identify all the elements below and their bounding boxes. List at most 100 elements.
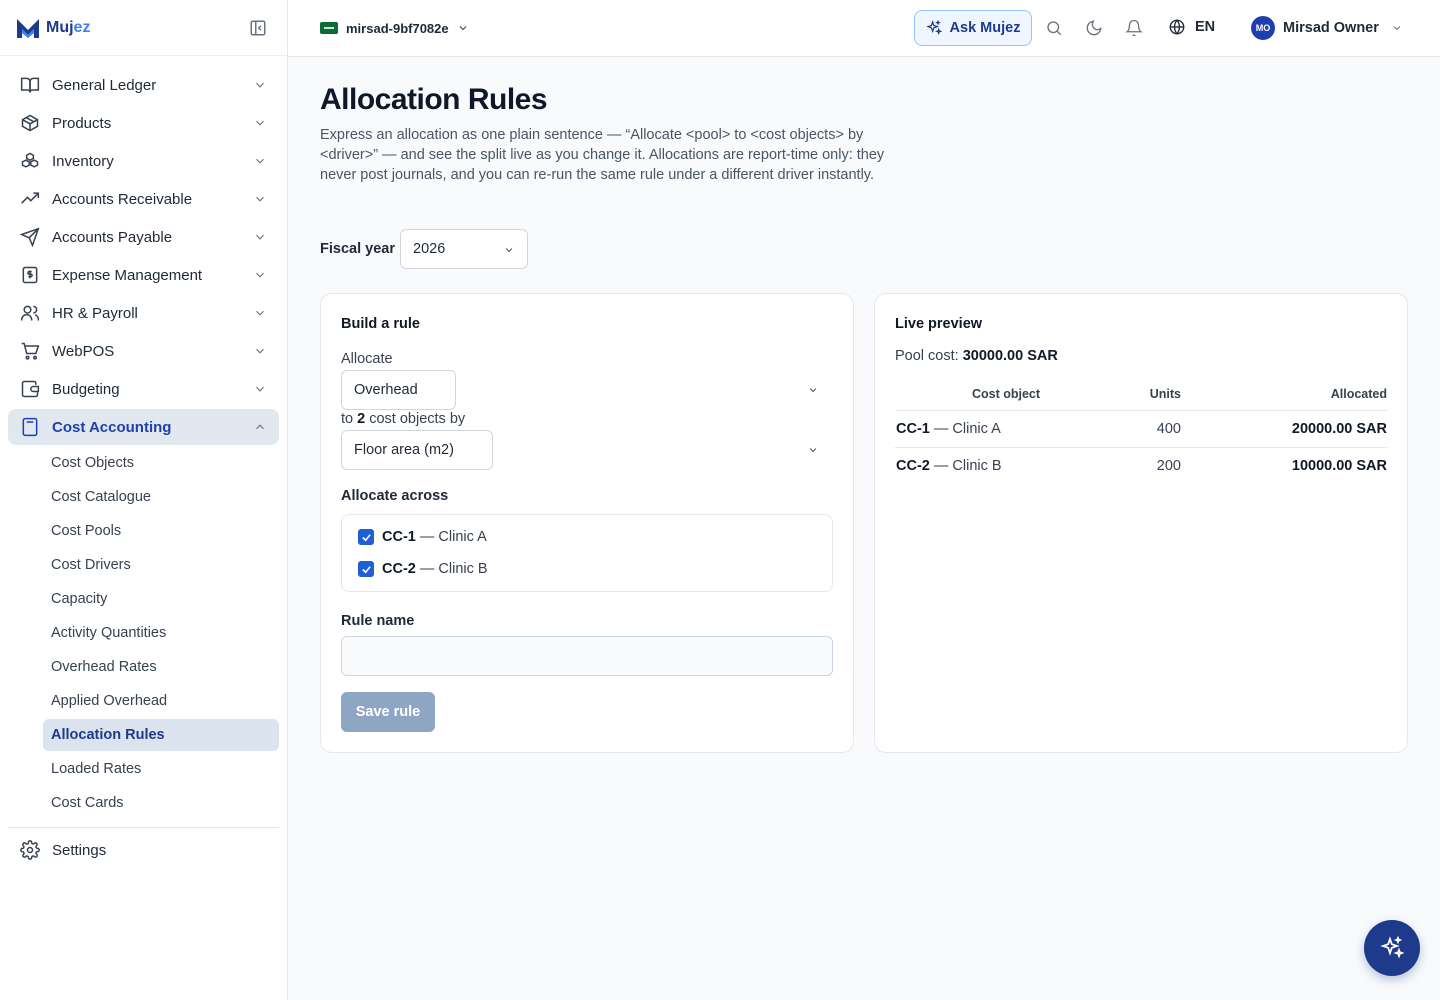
sidebar-item-inventory[interactable]: Inventory: [8, 143, 279, 179]
trending-up-icon: [21, 192, 40, 204]
allocate-label: Allocate: [341, 351, 393, 367]
sidebar-item-expense-management[interactable]: Expense Management: [8, 257, 279, 293]
sidebar-item-hr-payroll[interactable]: HR & Payroll: [8, 295, 279, 331]
driver-select[interactable]: Floor area (m2): [341, 430, 493, 470]
column-header-allocated: Allocated: [1181, 378, 1387, 411]
mujez-logo-icon: [17, 18, 39, 38]
sidebar-item-accounts-payable[interactable]: Accounts Payable: [8, 219, 279, 255]
chevron-up-icon: [256, 424, 264, 430]
ask-mujez-button[interactable]: Ask Mujez: [914, 10, 1032, 46]
book-open-icon: [20, 77, 40, 93]
gear-icon: [20, 840, 40, 860]
main-content: Allocation Rules Express an allocation a…: [288, 57, 1440, 1000]
allocated-cell: 10000.00 SAR: [1291, 457, 1387, 474]
sidebar-subitem-capacity[interactable]: Capacity: [43, 583, 279, 615]
cost-objects-list: CC-1 — Clinic A CC-2 — Clinic B: [341, 514, 833, 592]
page-description: Express an allocation as one plain sente…: [320, 127, 885, 183]
bell-icon[interactable]: [1125, 19, 1143, 37]
brand-logo[interactable]: Mujez: [16, 17, 90, 39]
column-header-units: Units: [1117, 378, 1181, 411]
units-cell: 200: [1156, 457, 1181, 474]
ask-mujez-label: Ask Mujez: [949, 20, 1021, 36]
user-name: Mirsad Owner: [1283, 20, 1379, 36]
sidebar-item-label: HR & Payroll: [52, 304, 138, 322]
allocated-cell: 20000.00 SAR: [1181, 410, 1387, 448]
cost-object-cell: CC-2 — Clinic B: [896, 457, 1002, 474]
driver-chevron-down-icon[interactable]: [807, 444, 819, 456]
brand-name: Mujez: [46, 18, 91, 36]
cost-object-checkbox-row[interactable]: CC-1 — Clinic A: [358, 529, 487, 545]
chevron-down-icon: [256, 348, 264, 354]
sidebar-subitem-overhead-rates[interactable]: Overhead Rates: [43, 651, 279, 683]
sidebar-nav: General Ledger Products Inventory Accoun…: [0, 56, 287, 868]
moon-icon[interactable]: [1085, 19, 1103, 37]
chevron-down-icon: [256, 272, 264, 278]
saudi-flag-icon: [320, 22, 338, 34]
rule-name-input[interactable]: [341, 636, 833, 676]
table-header-row: Cost object Units Allocated: [895, 378, 1387, 411]
chevron-down-icon: [256, 310, 264, 316]
calculator-icon: [22, 417, 38, 437]
workspace-name: mirsad-9bf7082e: [346, 20, 449, 36]
receipt-icon: [22, 266, 38, 284]
fiscal-year-select[interactable]: 2026: [400, 229, 528, 269]
units-cell: 400: [1117, 410, 1181, 448]
sidebar-item-budgeting[interactable]: Budgeting: [8, 371, 279, 407]
brand-header: Mujez: [0, 0, 287, 56]
allocate-across-label: Allocate across: [341, 488, 449, 504]
cost-object-count: 2: [357, 411, 366, 427]
sidebar-item-label: Inventory: [52, 152, 114, 170]
save-rule-button[interactable]: Save rule: [341, 692, 435, 732]
sidebar-subitem-cost-cards[interactable]: Cost Cards: [43, 787, 279, 819]
user-menu[interactable]: MO Mirsad Owner: [1251, 16, 1403, 40]
table-row: CC-2 — Clinic B 200 10000.00 SAR: [895, 447, 1387, 484]
rule-name-label: Rule name: [341, 613, 415, 629]
cost-accounting-submenu: Cost Objects Cost Catalogue Cost Pools C…: [8, 447, 279, 819]
sidebar: Mujez General Ledger Products Inventory …: [0, 0, 288, 1000]
sidebar-item-settings[interactable]: Settings: [8, 832, 279, 868]
language-switcher[interactable]: EN: [1168, 18, 1215, 36]
avatar: MO: [1251, 16, 1275, 40]
live-preview-title: Live preview: [895, 316, 983, 332]
live-preview-card: Live preview Pool cost: 30000.00 SAR Cos…: [874, 293, 1408, 753]
search-icon[interactable]: [1045, 19, 1063, 37]
check-icon: [361, 565, 371, 573]
sidebar-item-label: WebPOS: [52, 342, 115, 360]
chevron-down-icon: [1393, 26, 1401, 31]
table-row: CC-1 — Clinic A 400 20000.00 SAR: [895, 410, 1387, 448]
language-label: EN: [1195, 19, 1216, 35]
sidebar-item-general-ledger[interactable]: General Ledger: [8, 67, 279, 103]
fiscal-year-value: 2026: [413, 241, 446, 257]
sidebar-collapse-icon[interactable]: [249, 19, 267, 37]
globe-icon: [1169, 19, 1185, 35]
sidebar-subitem-applied-overhead[interactable]: Applied Overhead: [43, 685, 279, 717]
chevron-down-icon: [505, 248, 513, 253]
cost-object-checkbox-row[interactable]: CC-2 — Clinic B: [358, 561, 488, 577]
sidebar-subitem-cost-objects[interactable]: Cost Objects: [43, 447, 279, 479]
topbar: mirsad-9bf7082e Ask Mujez EN MO Mirsad O…: [288, 0, 1440, 57]
build-rule-title: Build a rule: [341, 316, 420, 332]
sidebar-subitem-loaded-rates[interactable]: Loaded Rates: [43, 753, 279, 785]
sidebar-subitem-activity-quantities[interactable]: Activity Quantities: [43, 617, 279, 649]
pool-cost: Pool cost: 30000.00 SAR: [895, 348, 1058, 364]
sidebar-subitem-cost-drivers[interactable]: Cost Drivers: [43, 549, 279, 581]
checkbox-checked[interactable]: [358, 529, 374, 545]
allocation-preview-table: Cost object Units Allocated CC-1 — Clini…: [895, 378, 1387, 484]
chevron-down-icon: [256, 386, 264, 392]
sidebar-item-webpos[interactable]: WebPOS: [8, 333, 279, 369]
sidebar-subitem-cost-pools[interactable]: Cost Pools: [43, 515, 279, 547]
column-header-cost-object: Cost object: [895, 378, 1117, 411]
sidebar-item-cost-accounting[interactable]: Cost Accounting: [8, 409, 279, 445]
pool-chevron-down-icon[interactable]: [807, 384, 819, 396]
pool-select[interactable]: Overhead: [341, 370, 456, 410]
sidebar-subitem-cost-catalogue[interactable]: Cost Catalogue: [43, 481, 279, 513]
sidebar-subitem-allocation-rules[interactable]: Allocation Rules: [43, 719, 279, 751]
workspace-switcher[interactable]: mirsad-9bf7082e: [320, 16, 469, 40]
chevron-down-icon: [256, 82, 264, 88]
ai-assistant-fab[interactable]: [1364, 920, 1420, 976]
users-icon: [20, 305, 40, 321]
sidebar-item-products[interactable]: Products: [8, 105, 279, 141]
checkbox-checked[interactable]: [358, 561, 374, 577]
sidebar-item-accounts-receivable[interactable]: Accounts Receivable: [8, 181, 279, 217]
cost-object-label: CC-1 — Clinic A: [382, 529, 487, 545]
